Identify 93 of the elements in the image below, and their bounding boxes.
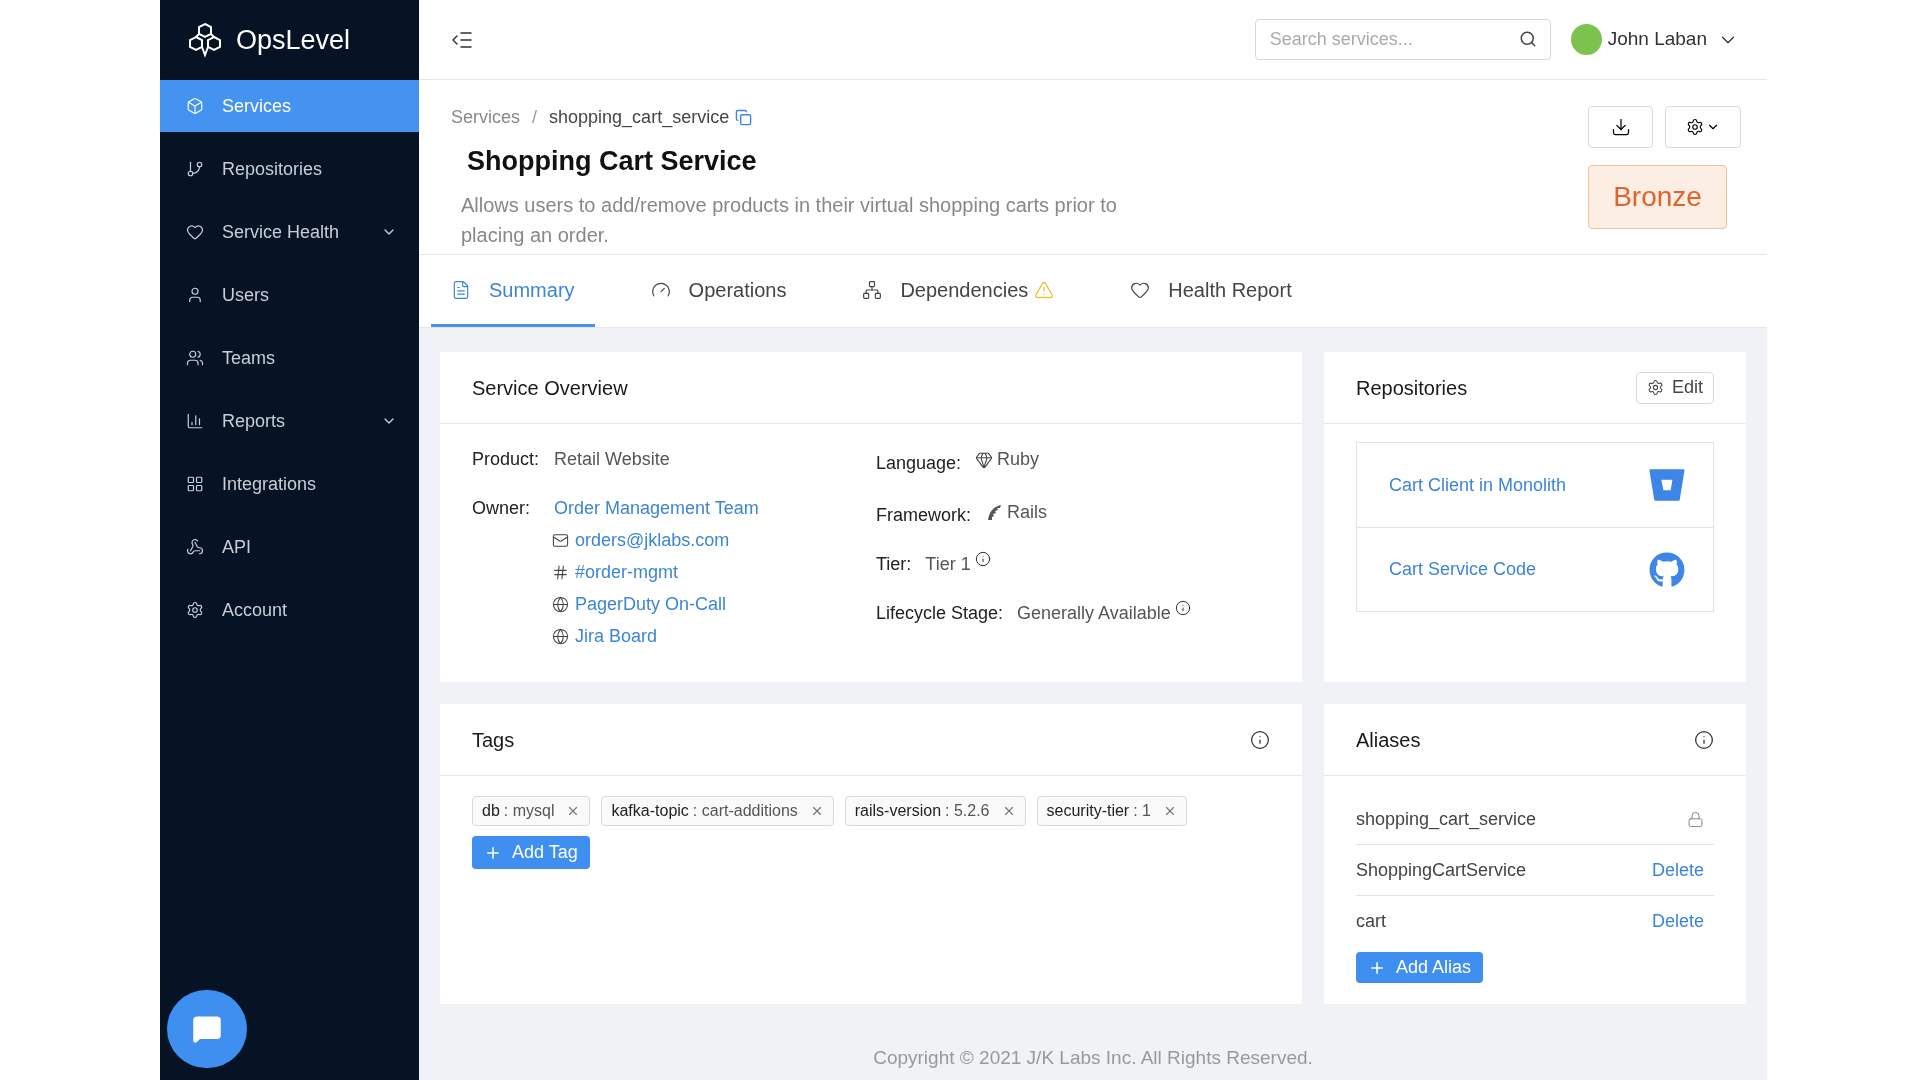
ruby-icon bbox=[975, 450, 994, 469]
tag: kafka-topic : cart-additions bbox=[601, 796, 834, 826]
nav-icon bbox=[186, 160, 204, 178]
search-field[interactable]: Search services... bbox=[1254, 19, 1551, 60]
info-icon[interactable] bbox=[1250, 729, 1270, 750]
tag: db : mysql bbox=[472, 796, 591, 826]
card-title: Tags bbox=[472, 727, 515, 753]
delete-link[interactable]: Delete bbox=[1651, 856, 1704, 884]
breadcrumb-separator: / bbox=[532, 106, 538, 129]
sidebar-item[interactable]: Reports bbox=[160, 395, 419, 447]
rails-icon bbox=[985, 503, 1003, 521]
field-value: Generally Available bbox=[1017, 602, 1171, 625]
repository-link[interactable]: Cart Service Code bbox=[1389, 556, 1537, 583]
alias-name: ShoppingCartService bbox=[1356, 858, 1527, 882]
field-label: Lifecycle Stage: bbox=[876, 602, 1004, 625]
settings-button[interactable] bbox=[1665, 106, 1741, 148]
repository-link[interactable]: Cart Client in Monolith bbox=[1389, 471, 1567, 499]
sidebar-item[interactable]: Account bbox=[160, 584, 419, 636]
maturity-badge: Bronze bbox=[1588, 165, 1727, 229]
tab[interactable]: Health Report bbox=[1110, 255, 1312, 327]
cubes-logo-icon bbox=[186, 22, 224, 58]
nav-icon bbox=[186, 286, 204, 304]
search-icon[interactable] bbox=[1518, 30, 1537, 48]
field-label: Product: bbox=[472, 448, 541, 471]
field-label: Framework: bbox=[876, 504, 971, 527]
copy-icon[interactable] bbox=[735, 109, 753, 126]
field-label: Language: bbox=[876, 451, 962, 475]
tab-icon bbox=[862, 279, 883, 300]
field-value: Rails bbox=[1007, 500, 1048, 524]
contact-icon bbox=[552, 596, 569, 613]
nav-icon bbox=[186, 349, 204, 367]
brand-name: OpsLevel bbox=[236, 23, 351, 57]
tab-icon bbox=[451, 279, 471, 300]
user-name[interactable]: John Laban bbox=[1607, 25, 1707, 54]
info-icon[interactable] bbox=[974, 550, 991, 567]
remove-icon[interactable] bbox=[1163, 804, 1177, 818]
download-button[interactable] bbox=[1588, 106, 1653, 148]
add-alias-button[interactable]: Add Alias bbox=[1356, 952, 1484, 983]
octocat-icon bbox=[1649, 551, 1685, 588]
sidebar-item[interactable]: Repositories bbox=[160, 143, 419, 195]
nav-icon bbox=[186, 412, 204, 430]
sidebar-item[interactable]: API bbox=[160, 521, 419, 573]
delete-link[interactable]: Delete bbox=[1651, 908, 1704, 935]
field-value: Retail Website bbox=[554, 448, 670, 471]
tab[interactable]: Operations bbox=[630, 255, 807, 327]
service-description: Allows users to add/remove products in their virtual shopping carts prior to placing an order. bbox=[461, 192, 1118, 248]
sidebar-item[interactable]: Services bbox=[160, 80, 419, 132]
contact-icon bbox=[552, 564, 569, 581]
field-label: Tier: bbox=[876, 553, 912, 576]
field-value: Ruby bbox=[997, 448, 1040, 471]
nav-icon bbox=[186, 538, 204, 556]
card-title: Repositories bbox=[1356, 375, 1468, 401]
contact-icon bbox=[552, 532, 569, 549]
add-tag-button[interactable]: Add Tag bbox=[472, 836, 590, 869]
contact-link[interactable]: #order-mgmt bbox=[575, 559, 679, 586]
edit-button[interactable]: Edit bbox=[1635, 371, 1714, 404]
chat-icon bbox=[192, 1014, 222, 1044]
tag: security-tier : 1 bbox=[1036, 796, 1187, 826]
info-icon[interactable] bbox=[1694, 729, 1714, 750]
alias-name: shopping_cart_service bbox=[1356, 807, 1537, 832]
nav-icon bbox=[186, 601, 204, 619]
info-icon[interactable] bbox=[1174, 599, 1191, 616]
copyright-text: Copyright © 2021 J/K Labs Inc. All Rights Reserved. bbox=[872, 1045, 1314, 1070]
bucket-icon bbox=[1649, 467, 1685, 503]
service-title: Shopping Cart Service bbox=[467, 145, 758, 178]
download-icon bbox=[1610, 117, 1631, 137]
nav-icon bbox=[186, 223, 204, 241]
warning-icon bbox=[1034, 279, 1055, 300]
contact-link[interactable]: PagerDuty On-Call bbox=[575, 591, 727, 618]
contact-link[interactable]: Jira Board bbox=[575, 623, 658, 650]
lock-icon bbox=[1687, 810, 1704, 828]
nav-icon bbox=[186, 475, 204, 493]
tab[interactable]: Dependencies bbox=[842, 255, 1075, 327]
nav-icon bbox=[186, 97, 204, 115]
tab[interactable]: Summary bbox=[431, 255, 595, 327]
contact-icon bbox=[552, 628, 569, 645]
contact-link[interactable]: orders@jklabs.com bbox=[575, 527, 730, 554]
avatar bbox=[1570, 24, 1602, 55]
breadcrumb-link[interactable]: Services bbox=[451, 104, 521, 131]
sidebar-item[interactable]: Teams bbox=[160, 332, 419, 384]
breadcrumb-current: shopping_cart_service bbox=[549, 106, 730, 130]
settings-icon bbox=[1646, 379, 1664, 396]
card-title: Service Overview bbox=[472, 375, 628, 401]
card-title: Aliases bbox=[1356, 727, 1421, 753]
owner-link[interactable]: Order Management Team bbox=[554, 495, 759, 522]
sidebar-item[interactable]: Service Health bbox=[160, 206, 419, 258]
field-label: Owner: bbox=[472, 497, 532, 520]
tag: rails-version : 5.2.6 bbox=[844, 796, 1026, 826]
sidebar-item[interactable]: Users bbox=[160, 269, 419, 321]
field-value: Tier 1 bbox=[925, 553, 971, 576]
alias-name: cart bbox=[1356, 910, 1386, 933]
settings-icon bbox=[1686, 118, 1704, 136]
sidebar-item[interactable]: Integrations bbox=[160, 458, 419, 510]
